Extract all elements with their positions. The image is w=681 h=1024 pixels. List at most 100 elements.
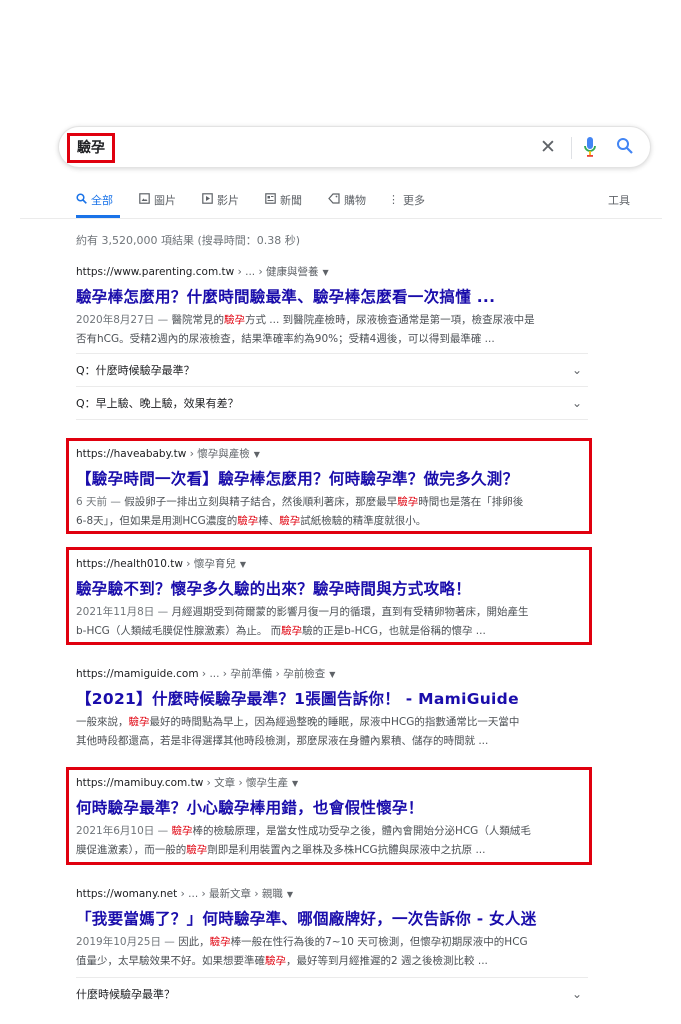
result-date: 2020年8月27日 — [76,314,169,326]
snippet-text: 時間也是落在「排卵後 [418,496,524,508]
tab-label: 工具 [608,194,630,207]
result-url[interactable]: https://haveababy.tw › 懷孕與產檢 ▼ [76,446,592,461]
result-site: https://mamibuy.com.tw [76,777,204,789]
microphone-icon[interactable] [583,136,597,162]
related-question[interactable]: Q：早上驗、晚上驗，效果有差？ ⌄ [76,386,588,419]
chevron-down-icon[interactable]: ▼ [254,450,260,459]
result-title[interactable]: 驗孕驗不到？懷孕多久驗的出來？驗孕時間與方式攻略！ [76,577,592,599]
search-result: https://womany.net › ... › 最新文章 › 親職 ▼ 「我… [76,886,592,971]
snippet-text: 值量少，太早驗效果不好。如果想要準確 [76,955,265,967]
result-title[interactable]: 「我要當媽了？」何時驗孕準、哪個廠牌好，一次告訴你 - 女人迷 [76,907,592,929]
snippet-text: 6-8天」，但如果是用測HCG濃度的 [76,515,238,527]
image-icon [139,193,150,207]
result-title[interactable]: 【驗孕時間一次看】驗孕棒怎麼用？何時驗孕準？做完多久測？ [76,467,592,489]
chevron-down-icon[interactable]: ⌄ [572,387,582,420]
search-result: https://mamibuy.com.tw › 文章 › 懷孕生產 ▼ 何時驗孕… [76,775,592,860]
tab-more[interactable]: ⋮ 更多 [388,192,425,208]
related-question[interactable]: 什麼時候驗孕最準？ ⌄ [76,977,588,1010]
result-url[interactable]: https://health010.tw › 懷孕育兒 ▼ [76,556,592,571]
snippet-keyword: 驗孕 [281,625,303,637]
tab-images[interactable]: 圖片 [139,192,176,208]
chevron-down-icon[interactable]: ▼ [287,890,293,899]
snippet-keyword: 驗孕 [223,314,245,326]
result-title[interactable]: 【2021】什麼時候驗孕最準？1張圖告訴你！ - MamiGuide [76,687,592,709]
result-url[interactable]: https://mamibuy.com.tw › 文章 › 懷孕生產 ▼ [76,775,592,790]
tab-tools[interactable]: 工具 [608,192,630,208]
chevron-down-icon[interactable]: ▼ [329,670,335,679]
chevron-down-icon[interactable]: ⌄ [572,354,582,387]
result-stats: 約有 3,520,000 項結果 (搜尋時間：0.38 秒) [76,234,301,247]
snippet-text: 醫院常見的 [168,314,224,326]
result-date: 2019年10月25日 — [76,936,175,948]
snippet-text: 月經週期受到荷爾蒙的影響月復一月的循環，直到有受精卵物著床，開始產生 [168,606,529,618]
result-url[interactable]: https://womany.net › ... › 最新文章 › 親職 ▼ [76,886,592,901]
snippet-keyword: 驗孕 [265,955,286,967]
result-url[interactable]: https://www.parenting.com.tw › ... › 健康與… [76,264,592,279]
result-snippet: 2021年6月10日 — 驗孕棒的檢驗原理，是當女性成功受孕之後，體內會開始分泌… [76,822,592,860]
close-icon[interactable]: ✕ [540,135,556,159]
snippet-text: 因此， [174,936,210,948]
result-breadcrumb: › ... › 最新文章 › 親職 [177,888,283,900]
result-site: https://mamiguide.com [76,668,199,680]
search-icon [76,193,87,207]
tab-label: 新聞 [280,194,302,207]
result-breadcrumb: › 懷孕育兒 [182,558,236,570]
question-text: 什麼時候驗孕最準？ [76,988,175,1001]
result-site: https://womany.net [76,888,178,900]
result-date: 6 天前 — [76,496,121,508]
result-date: 2021年11月8日 — [76,606,169,618]
tab-videos[interactable]: 影片 [202,192,239,208]
question-text: Q：早上驗、晚上驗，效果有差？ [76,397,239,410]
snippet-text: 棒的檢驗原理，是當女性成功受孕之後，體內會開始分泌HCG（人類絨毛 [192,825,531,837]
snippet-keyword: 驗孕 [171,825,193,837]
search-result: https://www.parenting.com.tw › ... › 健康與… [76,264,592,349]
search-result: https://health010.tw › 懷孕育兒 ▼ 驗孕驗不到？懷孕多久驗… [76,556,592,641]
snippet-text: ，最好等到月經推遲的2 週之後檢測比較 ... [286,955,488,967]
result-date: 2021年6月10日 — [76,825,169,837]
tab-label: 圖片 [154,194,176,207]
snippet-text: 劑即是利用裝置內之單株及多株HCG抗體與尿液中之抗原 ... [207,844,486,856]
search-query[interactable]: 驗孕 [67,133,115,163]
tabs-divider [20,218,662,219]
snippet-text: 最好的時間點為早上，因為經過整晚的睡眠，尿液中HCG的指數通常比一天當中 [149,716,520,728]
search-result: https://haveababy.tw › 懷孕與產檢 ▼ 【驗孕時間一次看】驗… [76,446,592,531]
result-breadcrumb: › ... › 健康與營養 [234,266,319,278]
snippet-text: 膜促進激素），而一般的 [76,844,187,856]
result-title[interactable]: 驗孕棒怎麼用？什麼時間驗最準、驗孕棒怎麼看一次搞懂 ... [76,285,592,307]
snippet-keyword: 驗孕 [209,936,231,948]
result-snippet: 2021年11月8日 — 月經週期受到荷爾蒙的影響月復一月的循環，直到有受精卵物… [76,603,592,641]
news-icon [265,193,276,207]
tab-all[interactable]: 全部 [76,192,113,208]
tab-label: 影片 [217,194,239,207]
result-url[interactable]: https://mamiguide.com › ... › 孕前準備 › 孕前檢… [76,666,592,681]
chevron-down-icon[interactable]: ▼ [240,560,246,569]
search-result: https://mamiguide.com › ... › 孕前準備 › 孕前檢… [76,666,592,751]
chevron-down-icon[interactable]: ⌄ [572,978,582,1011]
tab-shopping[interactable]: 購物 [328,192,366,208]
chevron-down-icon[interactable]: ▼ [292,779,298,788]
snippet-text: 棒一般在性行為後的7~10 天可檢測，但懷孕初期尿液中的HCG [230,936,528,948]
tab-label: 更多 [403,194,425,207]
result-snippet: 2019年10月25日 — 因此，驗孕棒一般在性行為後的7~10 天可檢測，但懷… [76,933,592,971]
tag-icon [328,193,340,207]
result-snippet: 一般來說，驗孕最好的時間點為早上，因為經過整晚的睡眠，尿液中HCG的指數通常比一… [76,713,592,751]
snippet-text: 一般來說， [76,716,129,728]
result-snippet: 2020年8月27日 — 醫院常見的驗孕方式 ... 到醫院產檢時，尿液檢查通常… [76,311,592,349]
tab-news[interactable]: 新聞 [265,192,302,208]
snippet-keyword: 驗孕 [279,515,301,527]
snippet-keyword: 驗孕 [128,716,150,728]
snippet-text: 棒、 [258,515,280,527]
result-breadcrumb: › 文章 › 懷孕生產 [203,777,289,789]
chevron-down-icon[interactable]: ▼ [323,268,329,277]
search-tabs: 全部 圖片 影片 新聞 購物 ⋮ 更多 工具 [76,192,636,214]
result-title[interactable]: 何時驗孕最準？小心驗孕棒用錯，也會假性懷孕！ [76,796,592,818]
snippet-keyword: 驗孕 [397,496,419,508]
result-site: https://health010.tw [76,558,183,570]
question-text: Q：什麼時候驗孕最準？ [76,364,195,377]
search-icon[interactable] [616,137,634,159]
more-icon: ⋮ [388,193,399,206]
related-question[interactable]: Q：什麼時候驗孕最準？ ⌄ [76,353,588,386]
search-box[interactable]: 驗孕 ✕ [58,126,651,168]
search-divider [571,137,572,159]
snippet-keyword: 驗孕 [237,515,259,527]
